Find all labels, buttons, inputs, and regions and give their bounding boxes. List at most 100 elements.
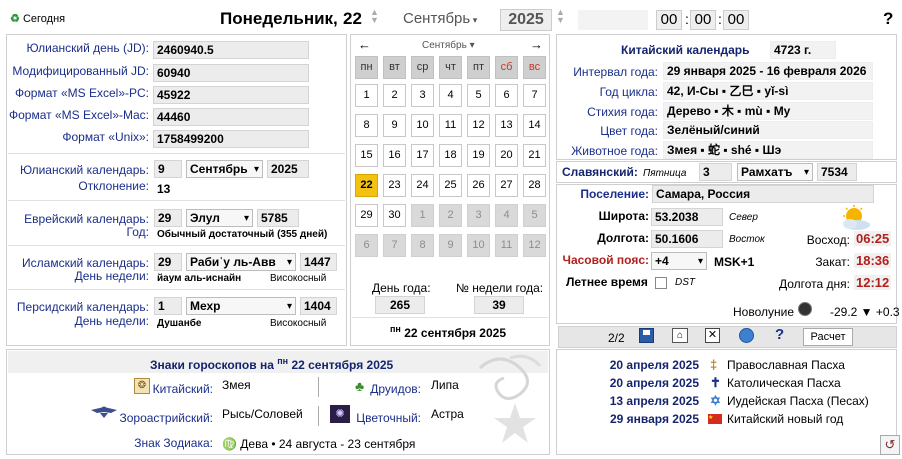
longitude-field[interactable]: 50.1606 [651,230,723,248]
hebrew-year-type: Обычный достаточный (355 дней) [157,229,328,240]
minute-input[interactable]: 00 [690,10,716,30]
sun-cloud-icon [838,205,872,234]
calendar-day[interactable]: 26 [467,174,490,197]
calendar-day[interactable]: 12 [467,114,490,137]
place-field[interactable]: Самара, Россия [652,185,874,203]
calendar-day[interactable]: 4 [495,204,518,227]
horoscope-zodiac: ♍ Дева • 24 августа - 23 сентября [222,437,416,451]
calendar-day[interactable]: 6 [495,84,518,107]
calendar-day[interactable]: 8 [411,234,434,257]
excel-mac-field[interactable]: 44460 [153,108,309,126]
calendar-day[interactable]: 12 [523,234,546,257]
slavic-month-select[interactable]: Рамхатъ ▾ [737,163,813,181]
chinese-element-label: Стихия года: [587,105,658,119]
calendar-day[interactable]: 27 [495,174,518,197]
calendar-day[interactable]: 15 [355,144,378,167]
islamic-year[interactable]: 1447 [300,253,337,271]
globe-icon[interactable] [739,328,754,343]
calendar-day[interactable]: 3 [411,84,434,107]
timezone-select[interactable]: +4 ▾ [651,252,707,270]
calendar-day[interactable]: 29 [355,204,378,227]
refresh-icon: ♻ [10,13,20,25]
calendar-month-select[interactable]: Сентябрь ▾ [422,40,475,51]
save-icon[interactable] [639,328,654,343]
next-month-button[interactable]: → [530,37,543,52]
calendar-day[interactable]: 5 [523,204,546,227]
day-spinner[interactable]: ▲ ▼ [370,8,379,26]
calendar-day[interactable]: 25 [439,174,462,197]
calendar-day[interactable]: 1 [355,84,378,107]
rotate-icon[interactable]: ↺ [880,435,900,455]
unix-field[interactable]: 1758499200 [153,130,309,148]
help-button[interactable]: ? [883,9,893,29]
persian-day[interactable]: 1 [154,297,182,315]
persian-month-select[interactable]: Мехр ▾ [186,297,296,315]
calendar-day[interactable]: 20 [495,144,518,167]
dst-checkbox[interactable] [655,277,667,289]
calendar-day[interactable]: 10 [411,114,434,137]
year-spinner[interactable]: ▲ ▼ [556,8,565,26]
home-icon[interactable]: ⌂ [672,328,688,343]
chinese-animal-label: Животное года: [571,144,658,158]
today-button[interactable]: ♻ Сегодня [10,12,65,25]
prev-month-button[interactable]: ← [358,37,371,52]
hebrew-year[interactable]: 5785 [257,209,299,227]
calendar-day[interactable]: 9 [383,114,406,137]
calendar-day[interactable]: 16 [383,144,406,167]
second-input[interactable]: 00 [723,10,749,30]
calendar-day[interactable]: 7 [383,234,406,257]
calendar-day[interactable]: 8 [355,114,378,137]
julian-year[interactable]: 2025 [267,160,309,178]
month-select[interactable]: Сентябрь ▾ [403,10,477,27]
calendar-day[interactable]: 7 [523,84,546,107]
julian-day[interactable]: 9 [154,160,182,178]
help-icon[interactable]: ? [775,326,784,343]
julian-month-select[interactable]: Сентябрь ▾ [186,160,263,178]
weekday-header: ср [411,56,434,79]
calendar-day[interactable]: 10 [467,234,490,257]
jd-field[interactable]: 2460940.5 [153,41,309,59]
calendar-day-selected[interactable]: 22 [355,174,378,197]
calendar-day[interactable]: 2 [383,84,406,107]
persian-year[interactable]: 1404 [300,297,337,315]
islamic-day[interactable]: 29 [154,253,182,271]
calendar-day[interactable]: 19 [467,144,490,167]
flower-icon: ✺ [330,405,350,423]
calendar-day[interactable]: 2 [439,204,462,227]
calendar-day[interactable]: 3 [467,204,490,227]
mjd-field[interactable]: 60940 [153,64,309,82]
calendar-day[interactable]: 13 [495,114,518,137]
chinese-interval-label: Интервал года: [573,65,658,79]
calendar-day[interactable]: 23 [383,174,406,197]
islamic-month-select[interactable]: Рабиʿу ль-Авв ▾ [186,253,296,271]
excel-pc-field[interactable]: 45922 [153,86,309,104]
hour-input[interactable]: 00 [656,10,682,30]
calendar-day[interactable]: 30 [383,204,406,227]
calendar-day[interactable]: 17 [411,144,434,167]
hebrew-month-select[interactable]: Элул ▾ [186,209,253,227]
calendar-day[interactable]: 21 [523,144,546,167]
calc-button[interactable]: Расчет [803,328,853,346]
slavic-year[interactable]: 7534 [817,163,857,181]
calendar-day[interactable]: 11 [439,114,462,137]
chinese-cycle: 42, И-Сы ▪ 乙巳 ▪ yǐ-sì [663,82,873,100]
time-colon: : [718,11,722,27]
year-input[interactable]: 2025 [500,9,552,31]
slavic-day[interactable]: 3 [699,163,732,181]
horoscope-divider [318,377,319,397]
calendar-day[interactable]: 24 [411,174,434,197]
calendar-day[interactable]: 9 [439,234,462,257]
holiday-name: Иудейская Пасха (Песах) [727,394,869,408]
close-box-icon[interactable]: ✕ [705,328,720,343]
latitude-field[interactable]: 53.2038 [651,208,723,226]
calendar-day[interactable]: 1 [411,204,434,227]
daylength-time: 12:12 [854,275,892,290]
calendar-day[interactable]: 5 [467,84,490,107]
hebrew-day[interactable]: 29 [154,209,182,227]
calendar-day[interactable]: 18 [439,144,462,167]
calendar-day[interactable]: 11 [495,234,518,257]
calendar-day[interactable]: 28 [523,174,546,197]
calendar-day[interactable]: 6 [355,234,378,257]
calendar-day[interactable]: 4 [439,84,462,107]
calendar-day[interactable]: 14 [523,114,546,137]
